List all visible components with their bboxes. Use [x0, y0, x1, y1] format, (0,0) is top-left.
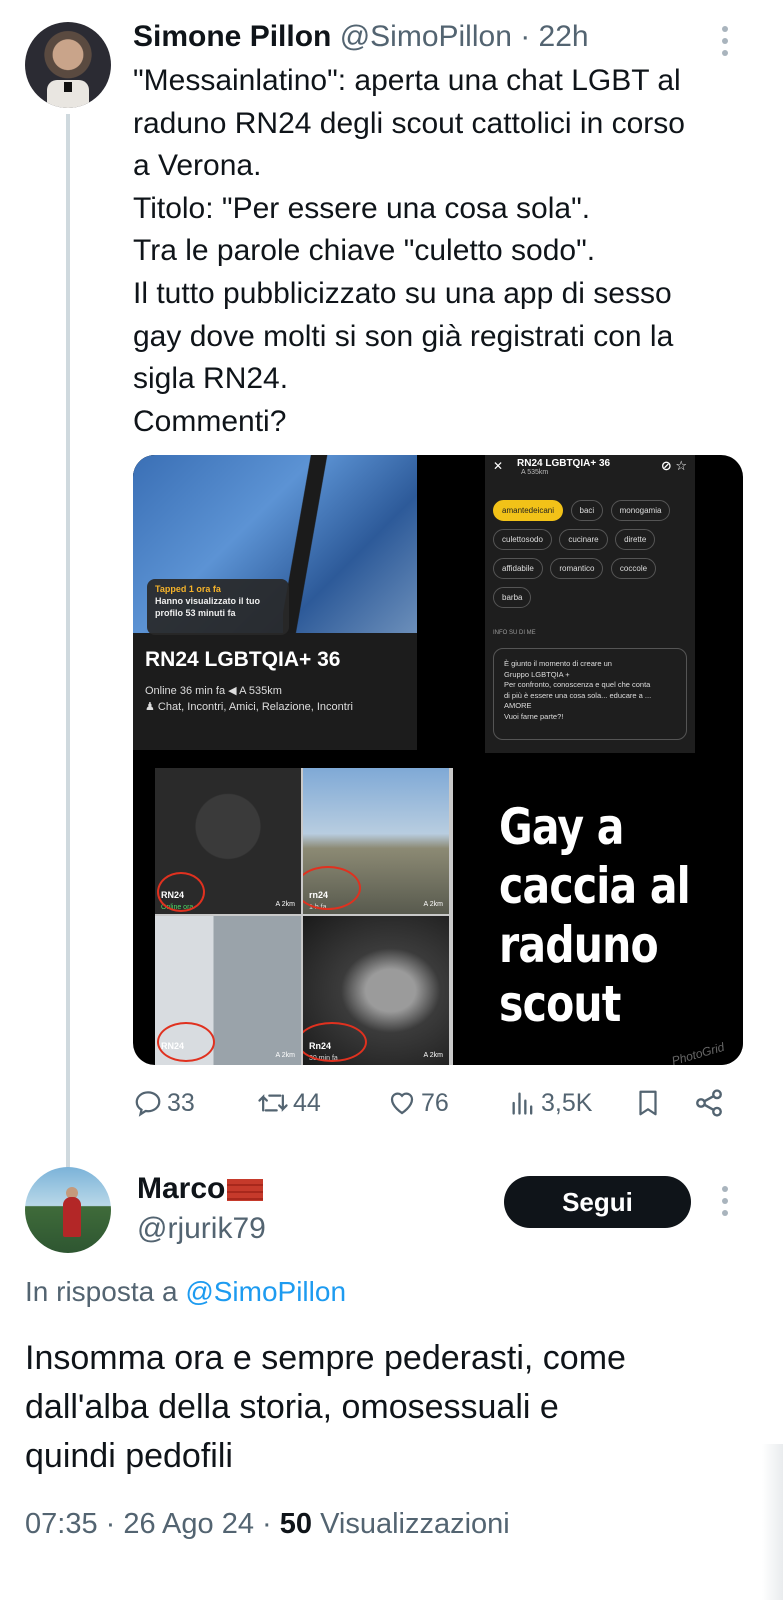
reply-line: Insomma ora e sempre pederasti, come	[25, 1339, 626, 1377]
tag: affidabile	[493, 558, 543, 579]
info-label: INFO SU DI ME	[493, 630, 536, 636]
tag: amantedeicani	[493, 500, 564, 521]
media-grid-panel: RN24 Online ora A 2km rn24 1 h fa A 2km …	[155, 768, 453, 1065]
reply-footer: 07:35 · 26 Ago 24 · 50 Visualizzazioni	[25, 1508, 510, 1541]
retweet-count: 44	[293, 1088, 321, 1117]
tag: romantico	[550, 558, 604, 579]
grid-profile: RN24 1 h fa... A 2km	[155, 916, 301, 1065]
tag: culettosodo	[493, 529, 552, 550]
grid-profile: rn24 1 h fa A 2km	[303, 768, 449, 914]
tweet-actions: 33 44 76 3,5K	[133, 1083, 743, 1123]
reply-author-name[interactable]: Marco	[137, 1172, 264, 1206]
follow-button[interactable]: Segui	[504, 1176, 691, 1228]
red-circle	[157, 872, 205, 912]
tag: barba	[493, 587, 532, 608]
tag: dirette	[615, 529, 656, 550]
watermark: PhotoGrid	[670, 1039, 726, 1065]
media-profile-panel: Tapped 1 ora fa Hanno visualizzato il tu…	[133, 455, 417, 750]
like-button[interactable]: 76	[387, 1083, 449, 1123]
reply-mention-link[interactable]: @SimoPillon	[185, 1276, 346, 1307]
tweet-line: Titolo: "Per essere una cosa sola".	[133, 191, 591, 225]
avatar-bowtie	[64, 82, 72, 92]
tag: baci	[570, 500, 604, 521]
reply-text: Insomma ora e sempre pederasti, come dal…	[25, 1334, 765, 1481]
tweet-line: Il tutto pubblicizzato su una app di ses…	[133, 276, 672, 310]
tag: cucinare	[559, 529, 608, 550]
tweet-media-image[interactable]: Tapped 1 ora fa Hanno visualizzato il tu…	[133, 455, 743, 1065]
grid-profile: RN24 Online ora A 2km	[155, 768, 301, 914]
reply-timestamp[interactable]: 07:35 · 26 Ago 24 ·	[25, 1508, 272, 1540]
reply-line: quindi pedofili	[25, 1437, 233, 1475]
retweet-button[interactable]: 44	[257, 1083, 321, 1123]
reply-views-label: Visualizzazioni	[320, 1508, 510, 1540]
tweet-line: gay dove molti si son già registrati con…	[133, 319, 674, 353]
tweet-header: Simone Pillon @SimoPillon · 22h	[133, 18, 589, 56]
tweet-line: Commenti?	[133, 404, 287, 438]
scroll-edge	[762, 1444, 783, 1600]
tweet-time[interactable]: · 22h	[520, 20, 588, 53]
more-options-icon[interactable]	[715, 1186, 735, 1226]
author-avatar[interactable]	[25, 22, 111, 108]
info-box: È giunto il momento di creare un Gruppo …	[493, 648, 687, 740]
thread-line	[66, 114, 70, 1182]
reply-context: In risposta a @SimoPillon	[25, 1276, 347, 1307]
tapped-notice: Tapped 1 ora fa Hanno visualizzato il tu…	[147, 579, 289, 635]
reply-count: 33	[167, 1088, 195, 1117]
headline-text: Gay a caccia al raduno scout	[499, 798, 691, 1033]
reply-author-avatar[interactable]	[25, 1167, 111, 1253]
tweet-line: a Verona.	[133, 149, 262, 183]
like-count: 76	[421, 1088, 449, 1117]
red-circle	[303, 866, 361, 910]
author-handle[interactable]: @SimoPillon	[340, 20, 512, 53]
tweet-line: Tra le parole chiave "culetto sodo".	[133, 234, 596, 268]
tag: monogamia	[610, 500, 671, 521]
media-headline-panel: Gay a caccia al raduno scout PhotoGrid	[489, 768, 743, 1065]
detail-header: ✕ RN24 LGBTQIA+ 36 A 535km ⊘ ☆	[493, 458, 687, 476]
tweet-line: "Messainlatino": aperta una chat LGBT al	[133, 64, 681, 97]
reply-icon	[135, 1091, 161, 1117]
bookmark-button[interactable]	[633, 1083, 667, 1123]
grid-profile: Rn24 30 min fa A 2km	[303, 916, 449, 1065]
share-button[interactable]	[693, 1083, 729, 1123]
reply-author-handle[interactable]: @rjurik79	[137, 1212, 266, 1246]
tweet-text: "Messainlatino": aperta una chat LGBT al…	[133, 60, 763, 443]
heart-icon	[390, 1092, 414, 1115]
reply-button[interactable]: 33	[133, 1083, 195, 1123]
block-star-icons: ⊘ ☆	[660, 458, 687, 473]
interest-tags: amantedeicani baci monogamia culettosodo…	[493, 500, 693, 616]
red-circle	[303, 1022, 367, 1062]
tag: coccole	[610, 558, 657, 579]
red-circle	[157, 1022, 215, 1062]
close-icon: ✕	[493, 459, 504, 473]
author-name[interactable]: Simone Pillon	[133, 20, 331, 53]
retweet-icon	[258, 1094, 288, 1112]
tweet-line: sigla RN24.	[133, 362, 289, 396]
flag-emoji-icon	[227, 1179, 264, 1202]
profile-title: RN24 LGBTQIA+ 36	[145, 648, 341, 671]
profile-meta: Online 36 min fa ◀ A 535km ♟ Chat, Incon…	[145, 685, 353, 713]
views-icon	[512, 1092, 533, 1115]
reply-line: dall'alba della storia, omosessuali e	[25, 1388, 559, 1426]
views-button[interactable]: 3,5K	[509, 1083, 592, 1123]
views-count: 3,5K	[541, 1088, 593, 1117]
bookmark-icon	[639, 1090, 657, 1116]
tweet-line: raduno RN24 degli scout cattolici in cor…	[133, 106, 685, 140]
share-icon	[696, 1089, 722, 1117]
reply-views-count: 50	[279, 1508, 313, 1540]
media-detail-panel: ✕ RN24 LGBTQIA+ 36 A 535km ⊘ ☆ amantedei…	[485, 455, 695, 753]
